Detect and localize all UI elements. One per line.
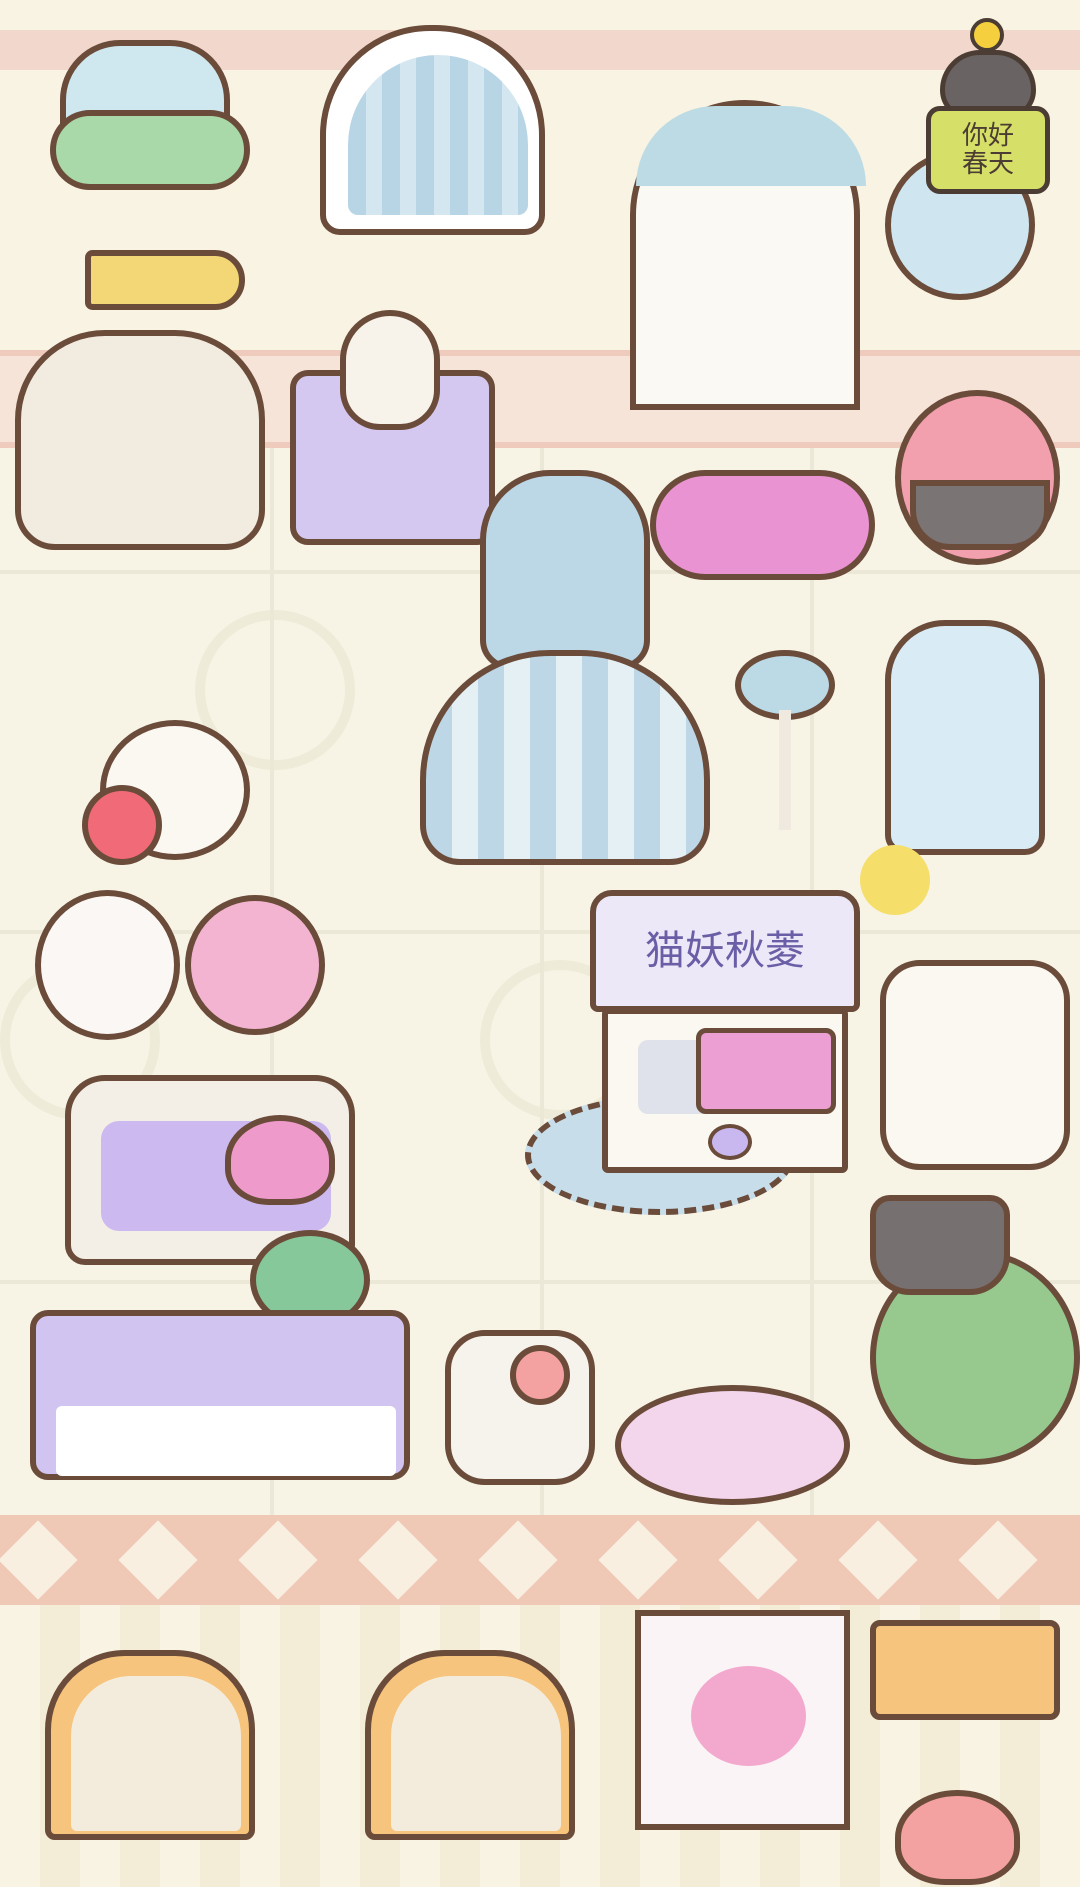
teacup-cabinet-bunny[interactable] <box>880 960 1070 1170</box>
pink-rose <box>82 785 162 865</box>
arched-doorway[interactable] <box>630 100 866 410</box>
bunny-plush[interactable] <box>35 890 180 1040</box>
border-diamond <box>478 1520 558 1600</box>
sign-line-2: 春天 <box>961 149 1014 179</box>
planter-rose <box>510 1345 570 1405</box>
hanging-heart-sign[interactable] <box>895 1790 1020 1885</box>
heart-rug[interactable] <box>615 1385 850 1505</box>
garden-window-left[interactable] <box>45 1650 255 1840</box>
window-curtain <box>348 55 528 215</box>
flower-bush[interactable] <box>50 110 250 190</box>
window-pane <box>71 1676 241 1831</box>
flower-icon <box>970 18 1004 52</box>
gumball-table[interactable] <box>885 620 1045 855</box>
border-diamond <box>238 1520 318 1600</box>
room-scene: 你好 春天 猫妖秋菱 <box>0 0 1080 1887</box>
floor-border <box>0 1515 1080 1605</box>
hat-pole <box>779 710 791 830</box>
top-hat <box>870 1195 1010 1295</box>
heart-icon <box>691 1666 806 1766</box>
striped-tea-table[interactable] <box>420 650 710 865</box>
cheshire-cushion[interactable] <box>650 470 875 580</box>
wall-shelf[interactable] <box>870 1620 1060 1720</box>
border-diamond <box>838 1520 918 1600</box>
border-diamond <box>0 1520 78 1600</box>
bunny-chair[interactable] <box>480 470 650 670</box>
sign-board: 你好 春天 <box>926 106 1050 194</box>
gramophone-chair[interactable] <box>15 250 265 555</box>
border-diamond <box>718 1520 798 1600</box>
machine-name-label: 猫妖秋菱 <box>645 928 805 974</box>
arched-window[interactable] <box>320 25 545 235</box>
flower-pot <box>910 480 1050 550</box>
sign-line-1: 你好 <box>961 121 1014 151</box>
name-machine[interactable]: 猫妖秋菱 <box>590 890 860 1180</box>
machine-body <box>602 1008 848 1173</box>
hat-stand[interactable] <box>735 650 835 840</box>
gramophone-horn <box>85 250 245 310</box>
bear-plush[interactable] <box>185 895 325 1035</box>
candy-jar-bunny[interactable] <box>340 310 440 430</box>
window-pane <box>391 1676 561 1831</box>
border-diamond <box>598 1520 678 1600</box>
white-armchair <box>15 330 265 550</box>
border-diamond <box>958 1520 1038 1600</box>
table-drawer <box>56 1406 396 1476</box>
lilac-coffee-table[interactable] <box>30 1310 410 1480</box>
heart-icon <box>708 1124 752 1160</box>
heart-pillow[interactable] <box>225 1115 335 1205</box>
machine-card <box>696 1028 836 1114</box>
border-diamond <box>358 1520 438 1600</box>
border-diamond <box>118 1520 198 1600</box>
heart-banner[interactable] <box>635 1610 850 1830</box>
garden-window-right[interactable] <box>365 1650 575 1840</box>
wand-star <box>860 845 930 915</box>
greeting-sign[interactable]: 你好 春天 <box>918 18 1058 194</box>
